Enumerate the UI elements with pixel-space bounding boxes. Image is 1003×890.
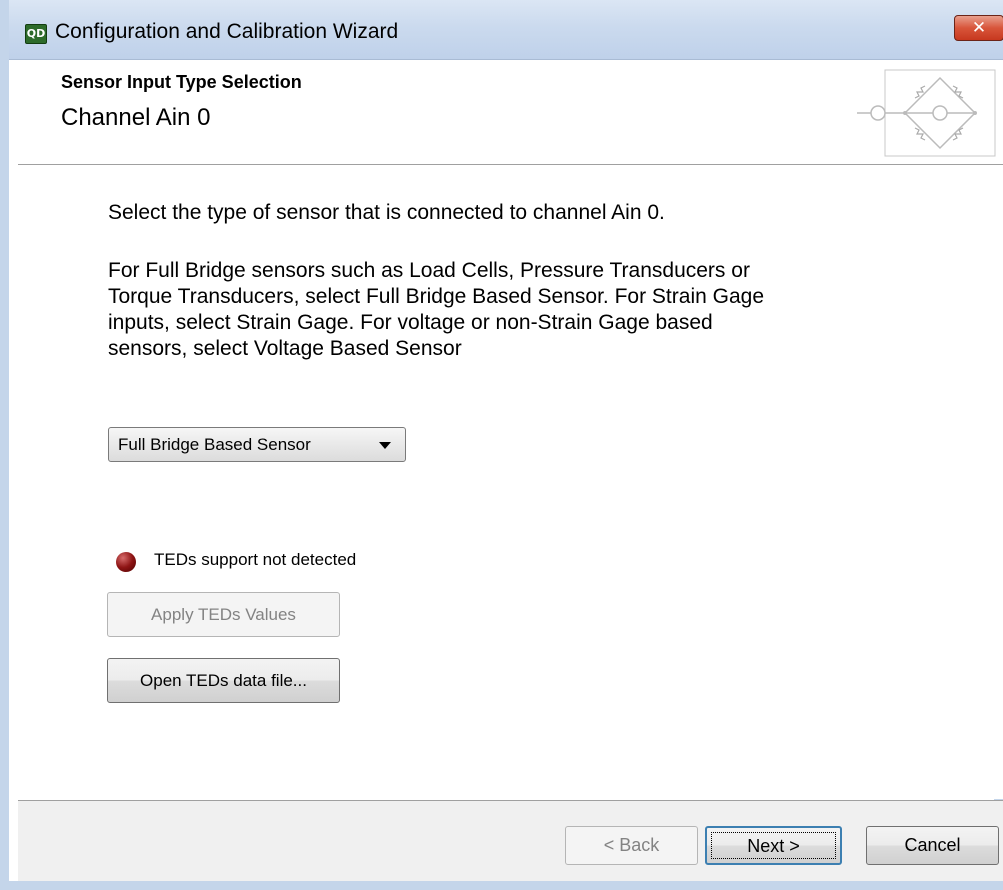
app-icon: QD: [25, 24, 47, 44]
apply-teds-button[interactable]: Apply TEDs Values: [107, 592, 340, 637]
wizard-content: Select the type of sensor that is connec…: [18, 165, 1003, 799]
cancel-button[interactable]: Cancel: [866, 826, 999, 865]
open-teds-file-button[interactable]: Open TEDs data file...: [107, 658, 340, 703]
help-text-line: inputs, select Strain Gage. For voltage …: [108, 311, 713, 334]
back-button[interactable]: < Back: [565, 826, 698, 865]
wizard-window: QD Configuration and Calibration Wizard …: [0, 0, 1003, 890]
step-title: Channel Ain 0: [61, 104, 211, 131]
help-text-line: For Full Bridge sensors such as Load Cel…: [108, 259, 750, 282]
next-button-label: Next >: [747, 836, 800, 856]
wheatstone-bridge-icon: [857, 69, 996, 157]
wizard-footer: < Back Next > Cancel: [18, 800, 1003, 881]
help-text-line: sensors, select Voltage Based Sensor: [108, 337, 462, 360]
instruction-text: Select the type of sensor that is connec…: [108, 201, 665, 224]
close-button[interactable]: ✕: [954, 15, 1003, 41]
step-subtitle: Sensor Input Type Selection: [61, 72, 302, 92]
status-led-icon: [116, 552, 136, 572]
ted-status-text: TEDs support not detected: [154, 550, 357, 569]
wizard-header: Sensor Input Type Selection Channel Ain …: [18, 60, 1003, 165]
sensor-type-dropdown[interactable]: Full Bridge Based Sensor: [108, 427, 406, 462]
help-text-line: Torque Transducers, select Full Bridge B…: [108, 285, 764, 308]
sensor-type-selected: Full Bridge Based Sensor: [118, 435, 311, 454]
title-bar[interactable]: QD Configuration and Calibration Wizard …: [9, 0, 1003, 60]
next-button[interactable]: Next >: [705, 826, 842, 865]
chevron-down-icon: [379, 442, 391, 449]
window-title: Configuration and Calibration Wizard: [55, 20, 399, 43]
